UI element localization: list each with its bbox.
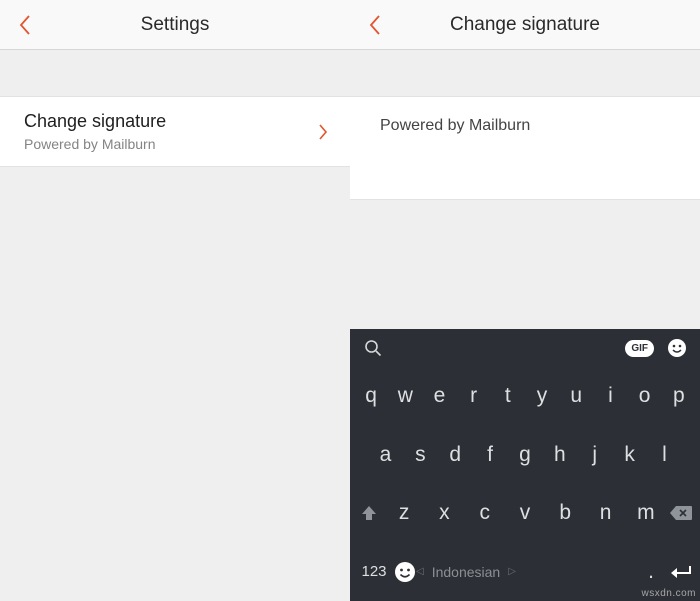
navbar: Change signature xyxy=(350,0,700,50)
signature-editor[interactable]: Powered by Mailburn xyxy=(350,96,700,200)
keyboard-toolbar: GIF xyxy=(350,329,700,367)
key-i[interactable]: i xyxy=(595,384,625,408)
row-text: Change signature Powered by Mailburn xyxy=(24,111,166,152)
key-g[interactable]: g xyxy=(510,443,540,467)
backspace-key[interactable] xyxy=(666,502,696,524)
numbers-key[interactable]: 123 xyxy=(354,563,394,580)
key-y[interactable]: y xyxy=(527,384,557,408)
prev-lang-icon: ◁ xyxy=(416,566,424,577)
key-b[interactable]: b xyxy=(550,501,580,525)
key-o[interactable]: o xyxy=(630,384,660,408)
page-title: Settings xyxy=(141,14,210,36)
chevron-left-icon xyxy=(14,14,36,36)
key-r[interactable]: r xyxy=(459,384,489,408)
spacer xyxy=(350,50,700,96)
key-m[interactable]: m xyxy=(631,501,661,525)
emoji-key[interactable] xyxy=(394,561,416,583)
signature-text: Powered by Mailburn xyxy=(380,117,670,135)
key-a[interactable]: a xyxy=(370,443,400,467)
key-t[interactable]: t xyxy=(493,384,523,408)
page-title: Change signature xyxy=(450,14,600,36)
row-label: Change signature xyxy=(24,111,166,132)
change-signature-row[interactable]: Change signature Powered by Mailburn xyxy=(0,96,350,167)
enter-key[interactable] xyxy=(666,561,696,583)
key-z[interactable]: z xyxy=(389,501,419,525)
key-x[interactable]: x xyxy=(429,501,459,525)
keyboard-row-2: asdfghjkl xyxy=(350,426,700,485)
keyboard-row-3: zxcvbnm xyxy=(350,484,700,543)
key-h[interactable]: h xyxy=(545,443,575,467)
chevron-right-icon xyxy=(314,124,332,140)
language-label: Indonesian xyxy=(432,564,501,580)
spacebar-language[interactable]: ◁ Indonesian ▷ xyxy=(416,564,636,580)
key-f[interactable]: f xyxy=(475,443,505,467)
shift-key[interactable] xyxy=(354,502,384,524)
key-v[interactable]: v xyxy=(510,501,540,525)
soft-keyboard: GIF qwertyuiop asdfghjkl zxcvbnm 123 xyxy=(350,329,700,601)
settings-screen: Settings Change signature Powered by Mai… xyxy=(0,0,350,601)
key-w[interactable]: w xyxy=(390,384,420,408)
next-lang-icon: ▷ xyxy=(508,566,516,577)
navbar: Settings xyxy=(0,0,350,50)
key-n[interactable]: n xyxy=(591,501,621,525)
back-button[interactable] xyxy=(364,14,386,36)
key-l[interactable]: l xyxy=(649,443,679,467)
search-icon[interactable] xyxy=(362,337,384,359)
spacer xyxy=(0,50,350,96)
chevron-left-icon xyxy=(364,14,386,36)
key-k[interactable]: k xyxy=(615,443,645,467)
sticker-smiley-icon[interactable] xyxy=(666,337,688,359)
watermark: wsxdn.com xyxy=(641,588,696,599)
gif-button[interactable]: GIF xyxy=(625,340,654,357)
key-j[interactable]: j xyxy=(580,443,610,467)
key-u[interactable]: u xyxy=(561,384,591,408)
key-c[interactable]: c xyxy=(470,501,500,525)
key-p[interactable]: p xyxy=(664,384,694,408)
edit-signature-screen: Change signature Powered by Mailburn GIF… xyxy=(350,0,700,601)
key-d[interactable]: d xyxy=(440,443,470,467)
key-e[interactable]: e xyxy=(424,384,454,408)
keyboard-row-1: qwertyuiop xyxy=(350,367,700,426)
back-button[interactable] xyxy=(14,14,36,36)
key-s[interactable]: s xyxy=(405,443,435,467)
key-q[interactable]: q xyxy=(356,384,386,408)
period-key[interactable]: . xyxy=(636,560,666,584)
row-sub: Powered by Mailburn xyxy=(24,136,166,152)
